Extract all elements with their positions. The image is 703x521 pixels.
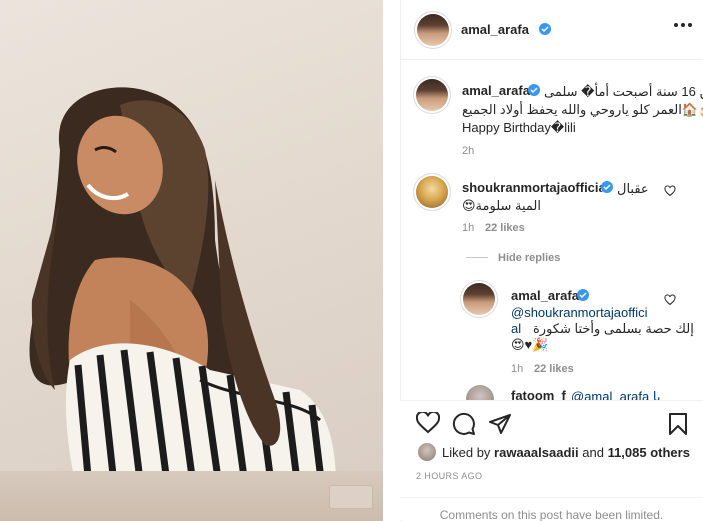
author-username[interactable]: amal_arafa [461,22,529,37]
caption-line-1: من 16 سنة أصبحت أمأ� سلمى [544,84,703,99]
comment-text-1: عقبال [617,181,649,196]
reply-username[interactable]: amal_arafa [511,288,579,303]
post-header: amal_arafa [401,0,703,60]
photo-illustration [29,87,337,521]
comment-like-heart-icon[interactable] [664,185,676,197]
verified-badge-icon [577,289,589,301]
post-photo [0,0,383,521]
comments-limited-notice: Comments on this post have been limited. [400,497,703,521]
hide-replies-line [466,257,488,258]
reply-avatar[interactable] [463,283,495,315]
wall-outlet [329,485,373,509]
save-bookmark-icon[interactable] [668,412,688,436]
commenter-username[interactable]: shoukranmortajaofficial [462,180,609,195]
author-avatar[interactable] [417,14,449,46]
reply-mention-link-cont[interactable]: al [511,320,521,337]
reply-time: 1h [511,363,524,375]
liked-by-avatar[interactable] [418,443,436,461]
caption-username[interactable]: amal_arafa [462,83,530,98]
post-time: 2 HOURS AGO [416,471,483,481]
reply-mention-link[interactable]: @shoukranmortajaoffici [511,304,648,321]
reply-text-1: إلك حصة بسلمى وأختا شكورة [533,321,694,336]
share-paper-plane-icon[interactable] [488,413,512,435]
comment-bubble-icon[interactable] [452,412,476,436]
floor-edge [0,471,383,521]
comment-likes[interactable]: 22 likes [485,222,525,234]
reply-likes[interactable]: 22 likes [534,363,574,375]
likes-summary[interactable]: Liked by rawaaalsaadii and 11,085 others [442,445,690,460]
reply-text-2: 😍♥🎉 [511,337,549,352]
caption-time: 2h [462,145,475,157]
verified-badge-icon [539,23,551,35]
commenter-avatar[interactable] [416,176,448,208]
comment-text-2: المية سلومة😍 [462,198,541,213]
comment-time: 1h [462,222,475,234]
more-options-icon[interactable] [674,22,692,28]
hide-replies-button[interactable]: Hide replies [498,252,560,264]
caption-line-2: 🎂🏠العمر كلو ياروحي والله يحفظ أولاد الجم… [462,102,703,117]
caption-avatar[interactable] [416,79,448,111]
verified-badge-icon [528,84,540,96]
like-heart-icon[interactable] [416,412,440,434]
verified-badge-icon [601,181,613,193]
post-actions-bar: Liked by rawaaalsaadii and 11,085 others… [400,400,703,521]
reply-like-heart-icon[interactable] [664,294,676,306]
caption-line-3: Happy Birthday�lili [462,120,576,135]
